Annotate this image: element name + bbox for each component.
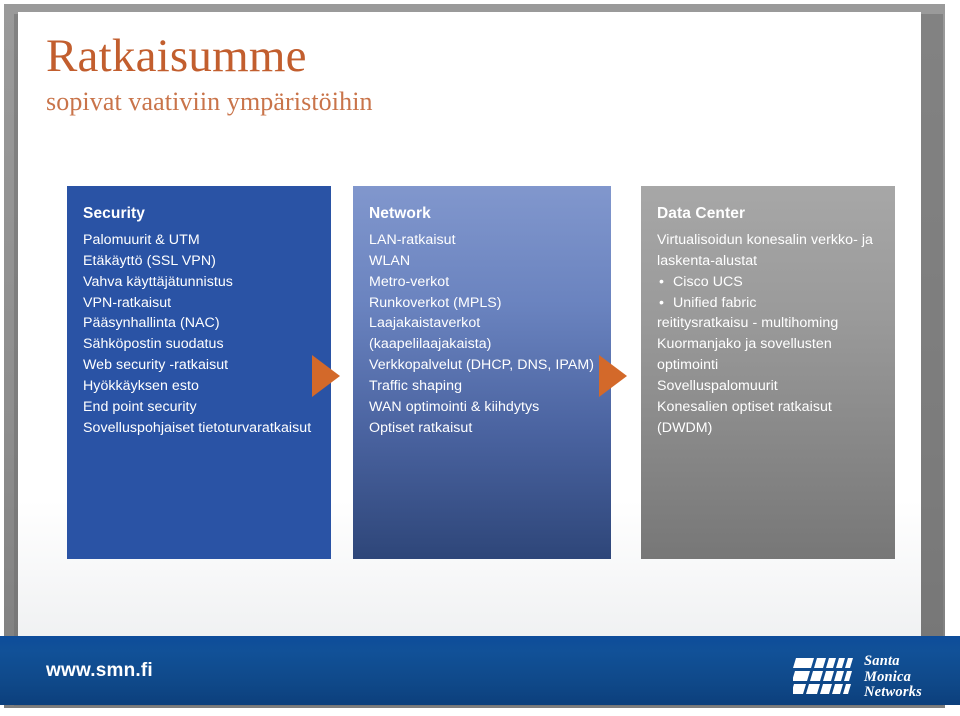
panel-item: LAN-ratkaisut: [369, 231, 456, 248]
panel-item: Optiset ratkaisut: [369, 419, 473, 436]
panel-item: Virtualisoidun konesalin verkko- ja lask…: [657, 231, 873, 269]
panel-item: Palomuurit & UTM: [83, 231, 200, 248]
panel-heading-security: Security: [83, 205, 145, 222]
santa-monica-networks-logo-icon: [793, 658, 853, 695]
logo-line-2: Monica: [864, 668, 912, 685]
panel-item: Metro-verkot: [369, 273, 450, 290]
panel-item: Kuormanjako ja sovellusten optimointi: [657, 336, 832, 374]
panel-item-label: Cisco UCS: [673, 273, 743, 290]
footer-url[interactable]: www.smn.fi: [46, 660, 153, 682]
panel-item: Hyökkäyksen esto: [83, 378, 199, 395]
panel-item: Vahva käyttäjätunnistus: [83, 273, 233, 290]
panel-item: reititysratkaisu - multihoming: [657, 315, 839, 332]
panel-item: Etäkäyttö (SSL VPN): [83, 252, 216, 269]
panel-item: Sovelluspohjaiset tietoturvaratkaisut: [83, 419, 312, 436]
logo-line-3: Networks: [864, 684, 922, 701]
panel-item: Sovelluspalomuurit: [657, 378, 778, 395]
panel-item: Pääsynhallinta (NAC): [83, 315, 220, 332]
logo-text: Santa Monica Networks: [864, 653, 922, 701]
panel-item: Verkkopalvelut (DHCP, DNS, IPAM): [369, 357, 594, 374]
panel-group: Security Palomuurit & UTM Etäkäyttö (SSL…: [0, 0, 960, 716]
panel-datacenter[interactable]: Data Center Virtualisoidun konesalin ver…: [641, 186, 895, 559]
panel-heading-datacenter: Data Center: [657, 205, 746, 222]
panel-item: VPN-ratkaisut: [83, 294, 172, 311]
panel-item: Sähköpostin suodatus: [83, 336, 224, 353]
panel-item: Laajakaistaverkot (kaapelilaajakaista): [369, 315, 492, 353]
panel-item: WLAN: [369, 252, 411, 269]
panel-item: WAN optimointi & kiihdytys: [369, 398, 540, 415]
panel-item: Web security -ratkaisut: [83, 357, 229, 374]
panel-item: Traffic shaping: [369, 378, 463, 395]
logo-line-1: Santa: [864, 653, 900, 669]
panel-item: • Unified fabric: [657, 293, 879, 314]
slide: Ratkaisumme sopivat vaativiin ympäristöi…: [0, 0, 960, 716]
panel-item: End point security: [83, 398, 197, 415]
bullet-icon: •: [659, 294, 665, 311]
panel-heading-network: Network: [369, 205, 431, 222]
bullet-icon: •: [659, 273, 665, 290]
arrow-right-icon-2: [599, 355, 627, 397]
panel-security[interactable]: Security Palomuurit & UTM Etäkäyttö (SSL…: [67, 186, 331, 559]
panel-item: Runkoverkot (MPLS): [369, 294, 502, 311]
panel-network[interactable]: Network LAN-ratkaisut WLAN Metro-verkot …: [353, 186, 611, 559]
panel-item-label: Unified fabric: [673, 294, 757, 311]
panel-item: Konesalien optiset ratkaisut (DWDM): [657, 398, 832, 436]
arrow-right-icon-1: [312, 355, 340, 397]
panel-item: • Cisco UCS: [657, 272, 879, 293]
logo: Santa Monica Networks: [793, 653, 922, 701]
